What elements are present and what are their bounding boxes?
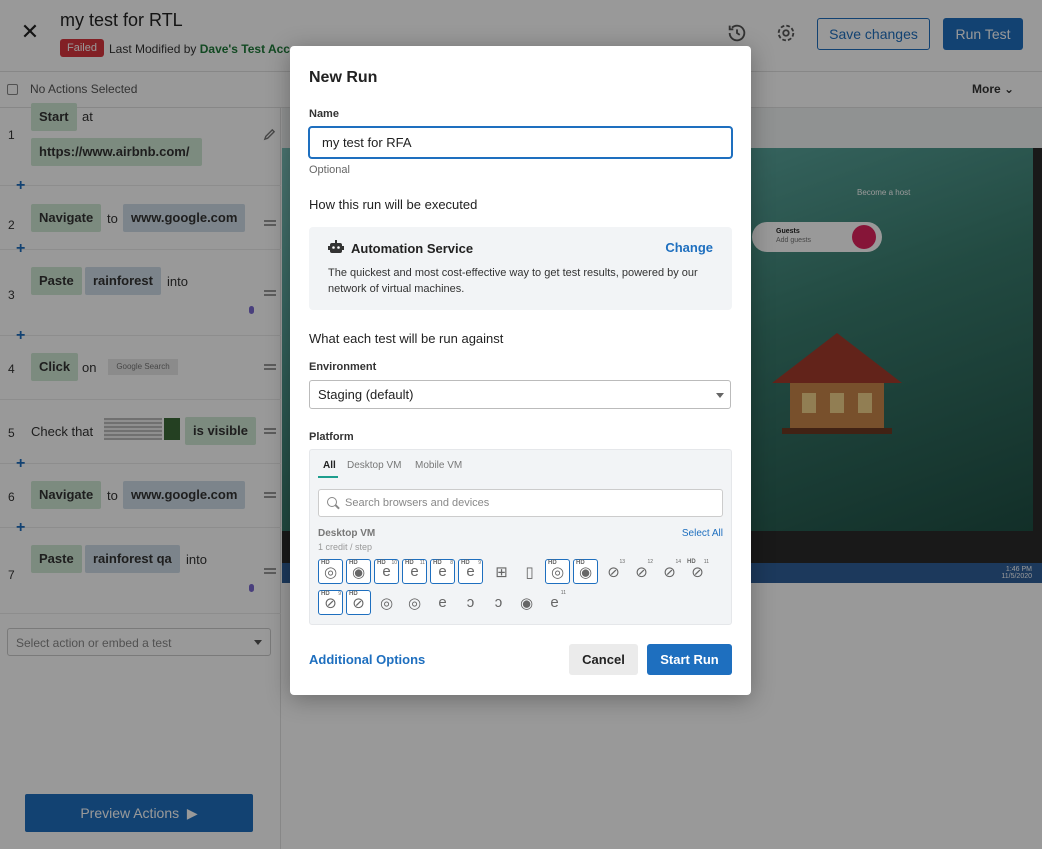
firefox-hd-beta-icon[interactable]: HD ◉ <box>573 559 598 584</box>
firefox-hd-icon[interactable]: HD ◉ <box>346 559 371 584</box>
chrome-hd-beta-icon[interactable]: HD ◎ <box>545 559 570 584</box>
search-icon <box>327 497 337 507</box>
start-run-button[interactable]: Start Run <box>647 644 732 675</box>
robot-icon <box>328 240 344 253</box>
chevron-down-icon <box>716 393 724 398</box>
safari-12-icon[interactable]: 12 ⊘ <box>629 559 654 584</box>
tab-desktop-vm[interactable]: Desktop VM <box>347 460 401 471</box>
modal-title: New Run <box>309 69 378 86</box>
windows-app-icon[interactable]: ⊞ <box>489 559 514 584</box>
safari-13-icon[interactable]: 13 ⊘ <box>601 559 626 584</box>
chrome-hd-icon[interactable]: HD ◎ <box>318 559 343 584</box>
name-helper-text: Optional <box>309 164 350 176</box>
ie-8-hd-icon[interactable]: HD 8 e <box>430 559 455 584</box>
edge-legacy-icon[interactable]: ↄ <box>458 590 483 615</box>
firefox-icon[interactable]: ◉ <box>514 590 539 615</box>
environment-value: Staging (default) <box>318 387 414 402</box>
platform-picker: All Desktop VM Mobile VM Search browsers… <box>309 449 732 625</box>
tab-all[interactable]: All <box>323 460 336 471</box>
new-run-modal: New Run Name my test for RFA Optional Ho… <box>290 46 751 695</box>
target-heading: What each test will be run against <box>309 331 504 346</box>
service-name: Automation Service <box>351 241 474 256</box>
ie-9-hd-icon[interactable]: HD 9 e <box>458 559 483 584</box>
safari-14-icon[interactable]: 14 ⊘ <box>657 559 682 584</box>
active-tab-indicator <box>318 476 338 478</box>
environment-select[interactable]: Staging (default) <box>309 380 731 409</box>
edge-icon[interactable]: e <box>430 590 455 615</box>
service-card: Automation Service Change The quickest a… <box>309 227 732 310</box>
select-all-link[interactable]: Select All <box>682 528 723 539</box>
chrome-icon[interactable]: ◎ <box>374 590 399 615</box>
edge-beta-icon[interactable]: ↄ <box>486 590 511 615</box>
platform-label: Platform <box>309 431 354 443</box>
office-icon[interactable]: ▯ <box>517 559 542 584</box>
safari-11-hd-icon[interactable]: HD 11 ⊘ <box>685 559 710 584</box>
safari-9-hd-icon[interactable]: HD 9 ⊘ <box>318 590 343 615</box>
cancel-button[interactable]: Cancel <box>569 644 638 675</box>
platform-search-input[interactable]: Search browsers and devices <box>318 489 723 517</box>
change-service-link[interactable]: Change <box>665 240 713 255</box>
environment-label: Environment <box>309 361 377 373</box>
ie-10-hd-icon[interactable]: HD 10 e <box>374 559 399 584</box>
execution-heading: How this run will be executed <box>309 197 478 212</box>
safari-hd-icon[interactable]: HD ⊘ <box>346 590 371 615</box>
ie-11-icon[interactable]: 11 e <box>542 590 567 615</box>
ie-11-hd-icon[interactable]: HD 11 e <box>402 559 427 584</box>
platform-group-title: Desktop VM <box>318 528 376 539</box>
tab-mobile-vm[interactable]: Mobile VM <box>415 460 462 471</box>
additional-options-link[interactable]: Additional Options <box>309 652 425 667</box>
service-description: The quickest and most cost-effective way… <box>328 267 698 295</box>
run-name-input[interactable]: my test for RFA <box>309 127 732 158</box>
name-label: Name <box>309 108 339 120</box>
chrome-legacy-icon[interactable]: ◎ <box>402 590 427 615</box>
platform-search-placeholder: Search browsers and devices <box>345 497 490 509</box>
platform-group-credit: 1 credit / step <box>318 542 373 552</box>
